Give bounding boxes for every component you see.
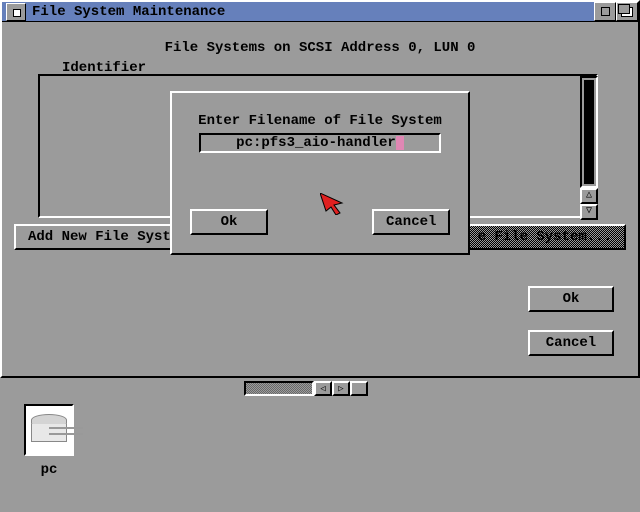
drive-label: pc (22, 462, 76, 478)
scroll-up-arrow[interactable]: △ (580, 188, 598, 204)
scroll-track[interactable] (580, 76, 598, 188)
filename-input[interactable]: pc:pfs3_aio-handler (199, 133, 441, 153)
zoom-gadget[interactable] (594, 2, 616, 21)
hscroll-left-arrow[interactable]: ◁ (314, 381, 332, 396)
vertical-scrollbar[interactable]: △ ▽ (580, 76, 598, 220)
main-buttons: Ok Cancel (528, 286, 614, 356)
update-filesystem-button[interactable]: e File System... (464, 224, 626, 250)
ok-button[interactable]: Ok (528, 286, 614, 312)
hscroll-size-gadget[interactable] (350, 381, 368, 396)
titlebar[interactable]: File System Maintenance (2, 2, 638, 22)
horizontal-scrollbar[interactable]: ◁ ▷ (244, 381, 368, 396)
pointer-cursor-icon (320, 193, 346, 215)
identifier-label: Identifier (62, 60, 146, 76)
depth-gadget[interactable] (616, 2, 638, 21)
scroll-down-arrow[interactable]: ▽ (580, 204, 598, 220)
text-cursor (396, 136, 404, 150)
hscroll-track[interactable] (244, 381, 314, 396)
filename-value: pc:pfs3_aio-handler (236, 135, 396, 151)
dialog-cancel-button[interactable]: Cancel (372, 209, 450, 235)
drive-icon (24, 404, 74, 456)
window-title: File System Maintenance (32, 4, 225, 20)
close-gadget[interactable] (6, 3, 26, 21)
hscroll-right-arrow[interactable]: ▷ (332, 381, 350, 396)
dialog-label: Enter Filename of File System (172, 113, 468, 129)
subtitle: File Systems on SCSI Address 0, LUN 0 (2, 40, 638, 56)
filename-dialog: Enter Filename of File System pc:pfs3_ai… (170, 91, 470, 255)
cancel-button[interactable]: Cancel (528, 330, 614, 356)
dialog-ok-button[interactable]: Ok (190, 209, 268, 235)
desktop-drive-icon[interactable]: pc (22, 404, 76, 478)
add-filesystem-button[interactable]: Add New File Syst (14, 224, 185, 250)
